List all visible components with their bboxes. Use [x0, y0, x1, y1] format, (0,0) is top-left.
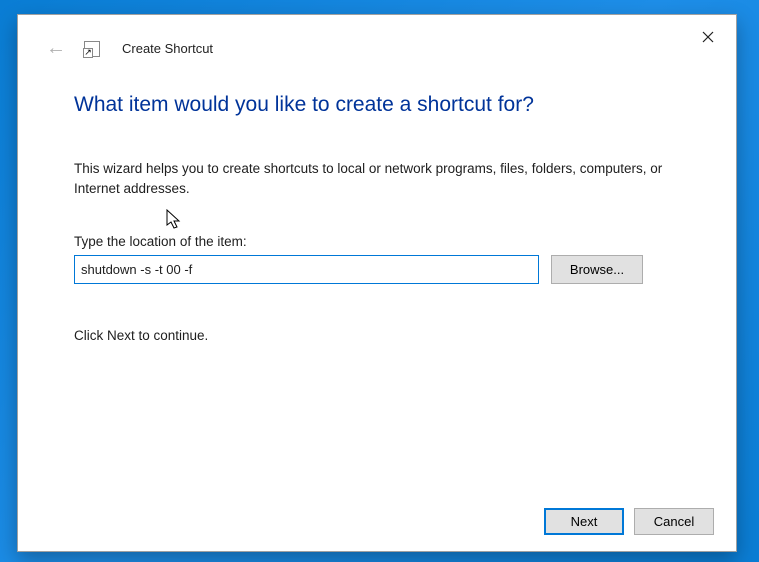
- browse-button[interactable]: Browse...: [551, 255, 643, 284]
- next-button[interactable]: Next: [544, 508, 624, 535]
- location-input[interactable]: [74, 255, 539, 284]
- wizard-description: This wizard helps you to create shortcut…: [74, 159, 680, 198]
- location-label: Type the location of the item:: [74, 234, 680, 249]
- header-row: ← Create Shortcut: [46, 37, 213, 60]
- input-row: Browse...: [74, 255, 680, 284]
- page-heading: What item would you like to create a sho…: [74, 93, 680, 117]
- window-title: Create Shortcut: [122, 41, 213, 56]
- dialog-footer: Next Cancel: [544, 508, 714, 535]
- back-arrow-icon: ←: [46, 37, 66, 60]
- cancel-button[interactable]: Cancel: [634, 508, 714, 535]
- content-area: What item would you like to create a sho…: [74, 93, 680, 343]
- shortcut-icon: [84, 41, 100, 57]
- close-icon: [702, 31, 714, 43]
- close-button[interactable]: [686, 21, 730, 53]
- create-shortcut-dialog: ← Create Shortcut What item would you li…: [17, 14, 737, 552]
- continue-text: Click Next to continue.: [74, 328, 680, 343]
